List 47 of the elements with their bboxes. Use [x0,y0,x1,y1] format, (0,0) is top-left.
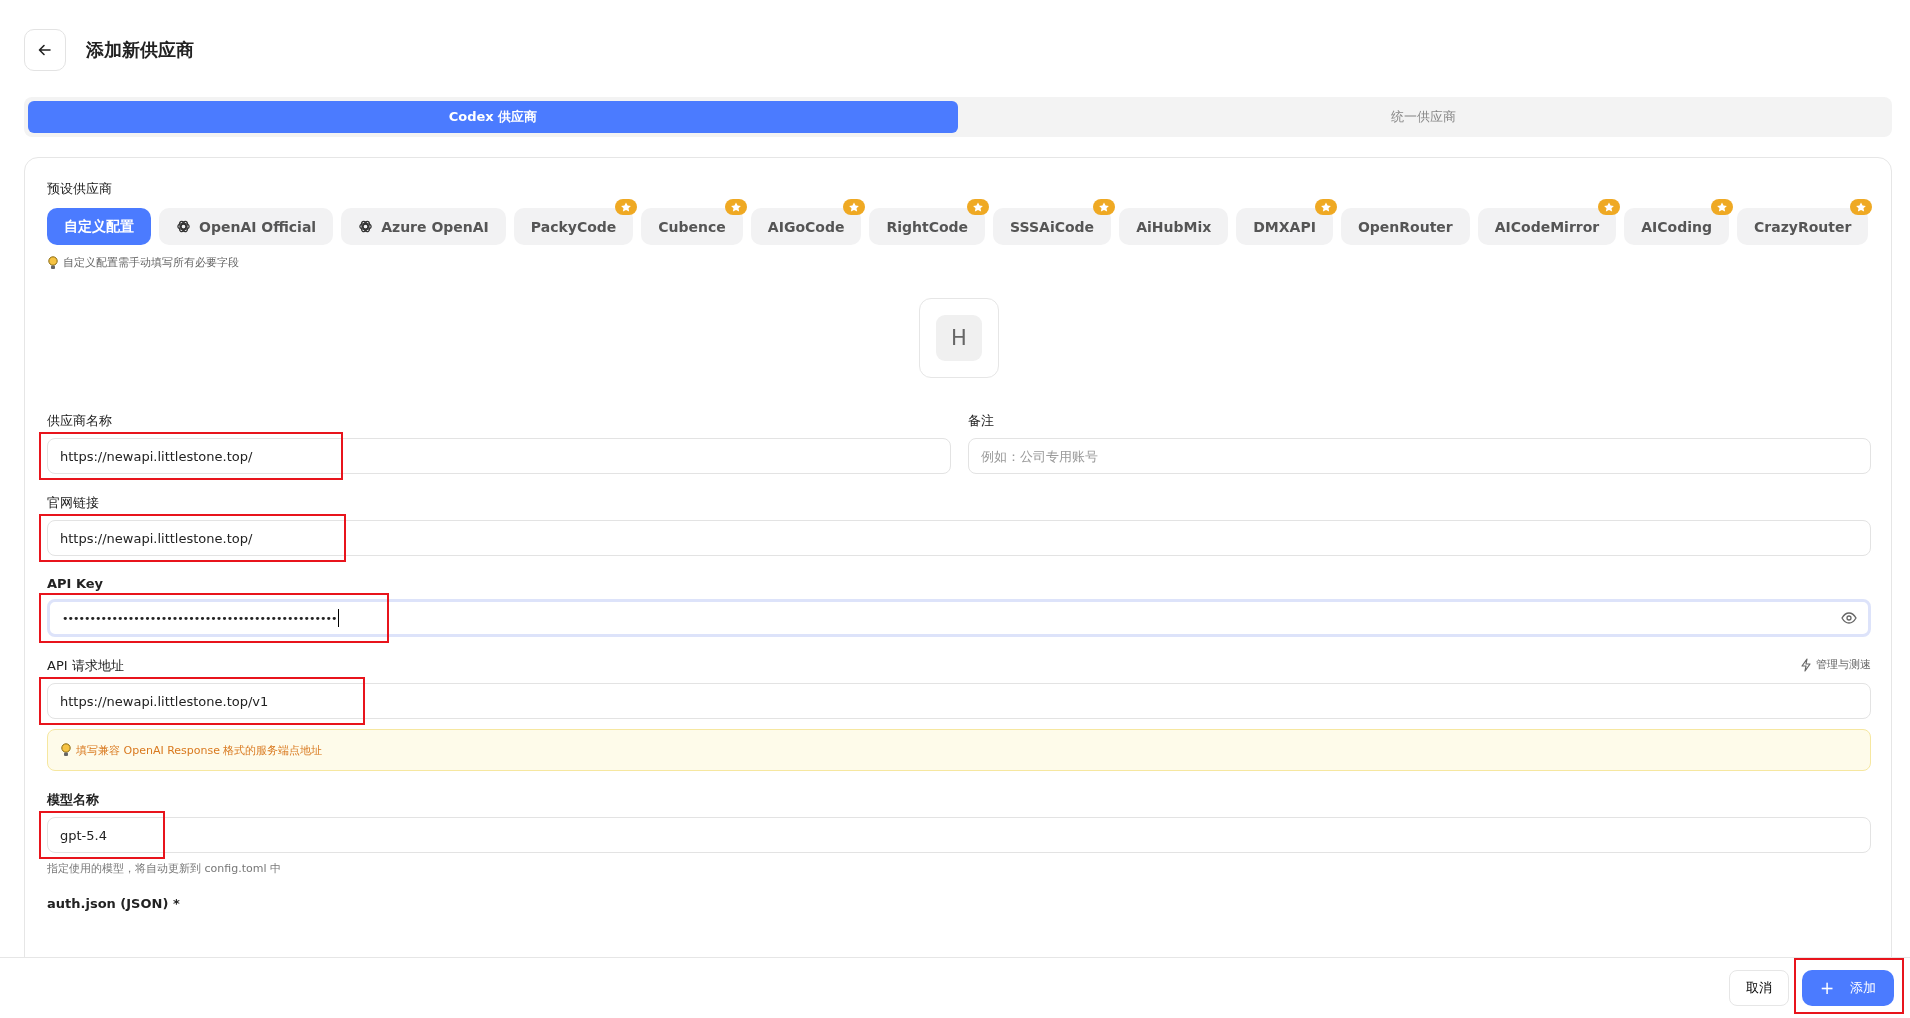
field-label: 模型名称 [47,791,100,809]
preset-chip[interactable]: DMXAPI [1236,208,1333,245]
lightning-icon [1800,657,1812,672]
preset-chip[interactable]: RightCode [869,208,986,245]
logo-icon [358,219,374,234]
field-label: API 请求地址 [47,657,124,675]
preset-chip[interactable]: OpenAI Official [159,208,334,245]
add-button[interactable]: + 添加 [1802,970,1894,1006]
avatar-letter: H [936,315,982,361]
cancel-button[interactable]: 取消 [1729,970,1789,1006]
model-input[interactable]: gpt-5.4 [47,817,1871,853]
preset-chip[interactable]: AiHubMix [1119,208,1229,245]
avatar-frame[interactable]: H [919,298,999,378]
field-label: auth.json (JSON) * [47,896,181,911]
website-input[interactable]: https://newapi.littlestone.top/ [47,520,1871,556]
preset-chip[interactable]: Cubence [641,208,743,245]
lightbulb-icon [47,255,59,270]
preset-chip[interactable]: PackyCode [513,208,634,245]
preset-chip[interactable]: Azure OpenAI [341,208,506,245]
preset-chip[interactable]: OpenRouter [1340,208,1470,245]
preset-chip[interactable]: AICoding [1624,208,1729,245]
note-input[interactable]: 例如：公司专用账号 [967,438,1871,474]
back-arrow-icon [37,42,53,58]
field-label: API Key [47,576,105,591]
logo-icon [176,219,191,234]
field-label: 供应商名称 [47,412,113,430]
preset-chip[interactable]: AIGoCode [750,208,862,245]
back-button[interactable] [24,29,66,71]
warning-text: 填写兼容 OpenAI Response 格式的服务端点地址 [76,742,323,758]
tab[interactable]: 统一供应商 [958,101,1888,133]
field-label: 官网链接 [47,494,100,512]
tab[interactable]: Codex 供应商 [28,101,958,133]
endpoint-input[interactable]: https://newapi.littlestone.top/v1 [47,683,1871,719]
eye-icon[interactable] [1841,612,1857,624]
preset-chip[interactable]: 自定义配置 [47,208,151,245]
field-label: 备注 [967,412,995,430]
manage-speedtest-link[interactable]: 管理与测速 [1800,657,1871,672]
preset-chip[interactable]: SSSAiCode [993,208,1112,245]
preset-chip[interactable]: AICodeMirror [1477,208,1617,245]
section-label: 预设供应商 [47,180,113,198]
hint-text: 指定使用的模型，将自动更新到 config.toml 中 [47,861,282,876]
api-key-input[interactable]: •••••••••••••••••••••••••••••••••••••••••••••••••• [47,599,1871,637]
page-title: 添加新供应商 [86,38,194,62]
preset-chip[interactable]: CrazyRouter [1737,208,1869,245]
hint-text: 自定义配置需手动填写所有必要字段 [63,255,239,270]
name-input[interactable]: https://newapi.littlestone.top/ [47,438,951,474]
lightbulb-icon [60,743,72,757]
